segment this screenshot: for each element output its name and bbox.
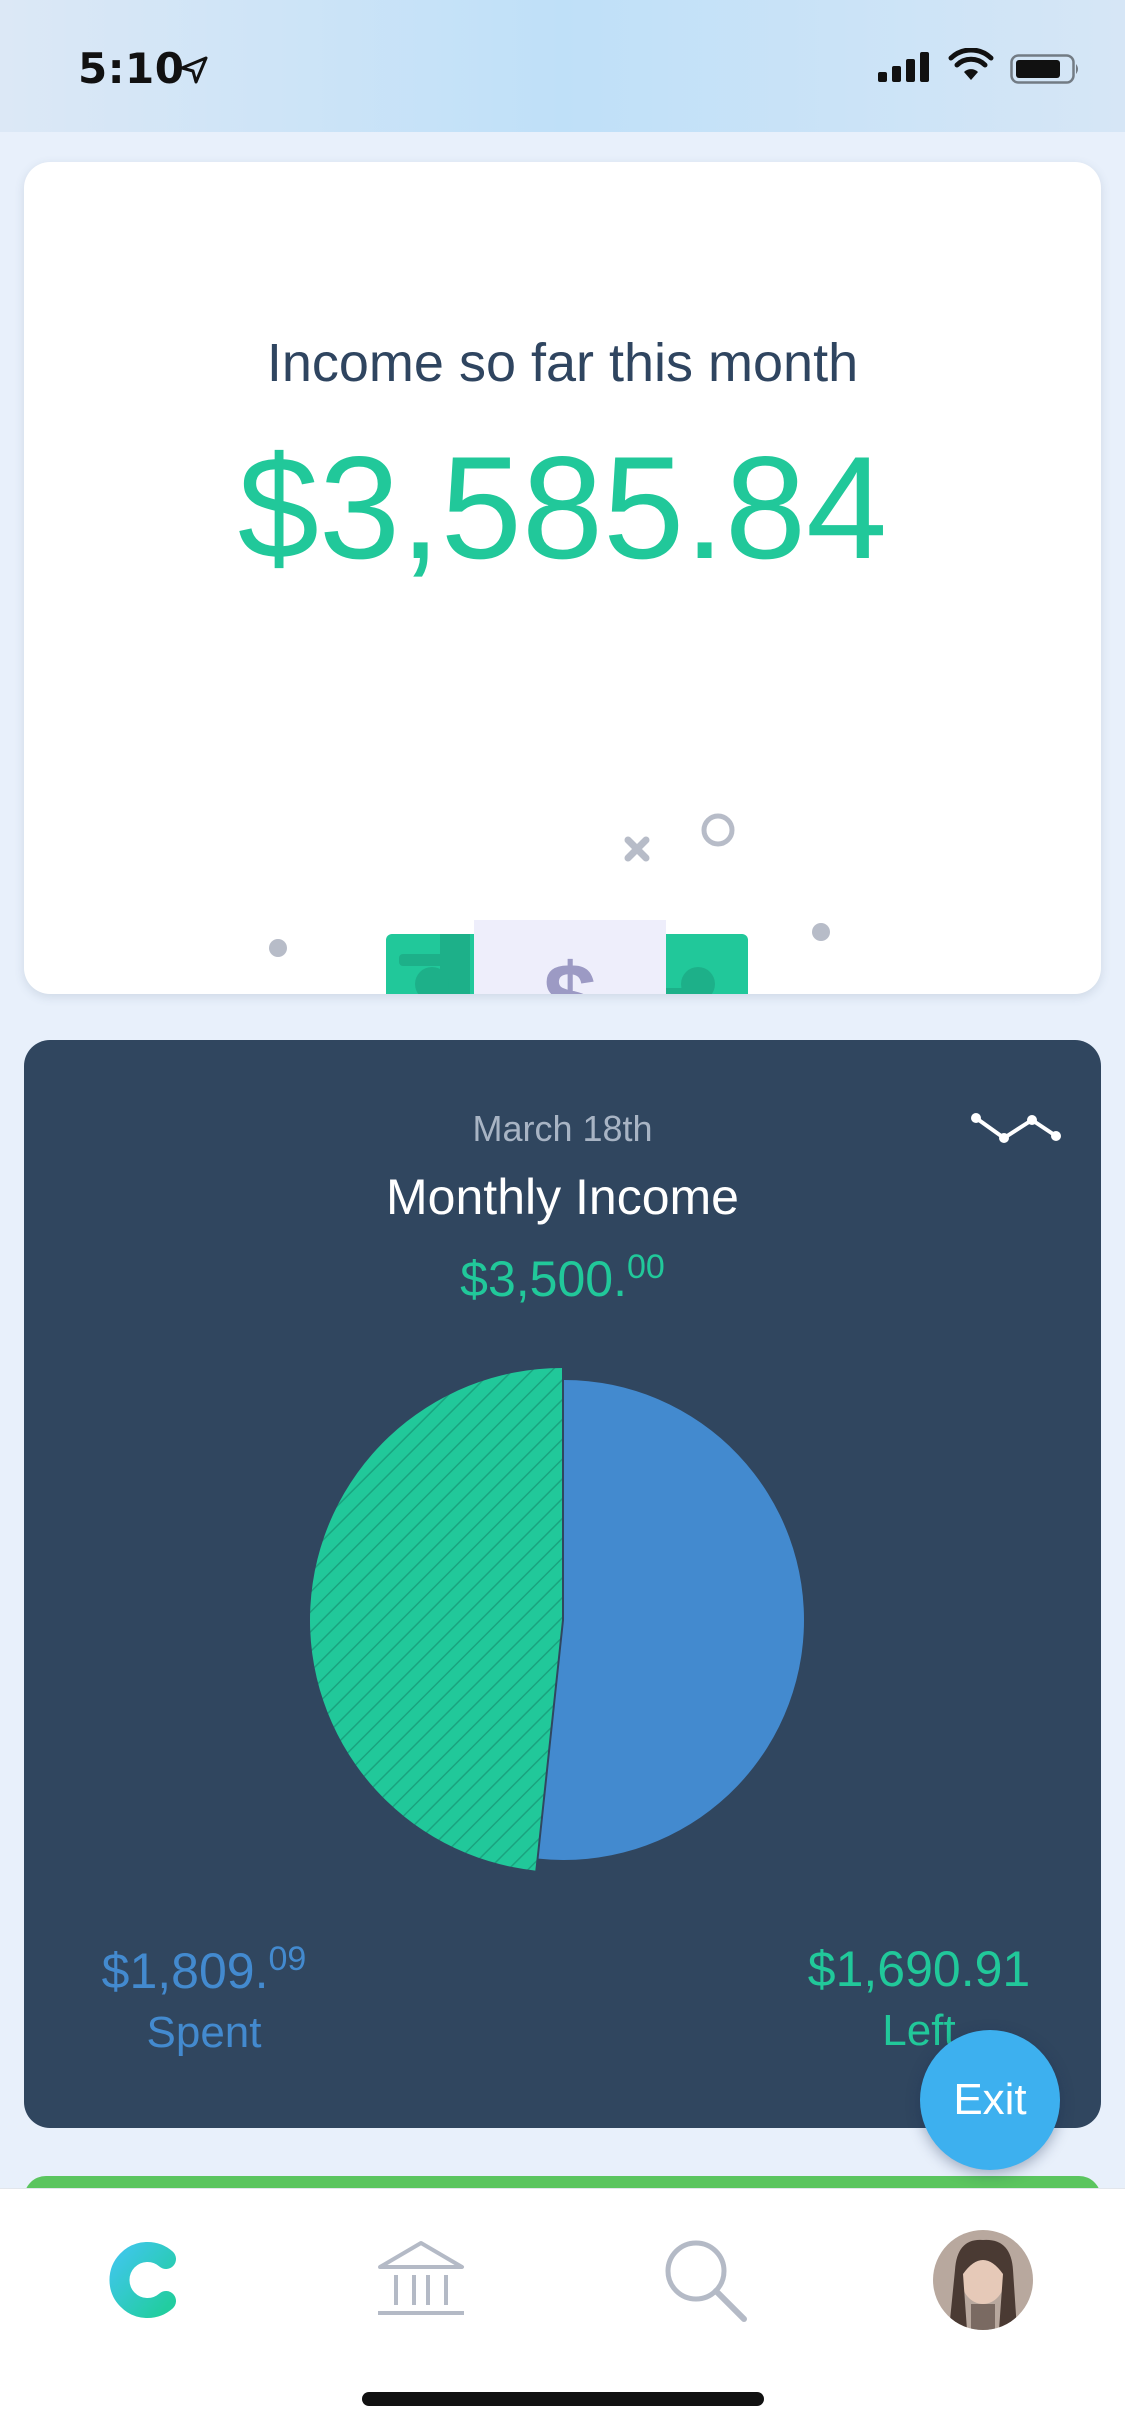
battery-icon [1010,54,1078,84]
left-amount: $1,690.91 [807,1941,1031,1997]
monthly-income-card: March 18th Monthly Income $3,500.00 $1,8… [24,1040,1101,2128]
tab-accounts[interactable] [366,2225,476,2335]
wifi-icon [948,48,994,80]
app-logo-icon [109,2242,176,2318]
status-bar: 5:10 [0,0,1125,132]
spent-label: Spent [146,2008,262,2057]
cellular-signal-icon [878,52,929,82]
pie-slice-spent [538,1380,804,1860]
svg-text:$: $ [543,944,596,994]
tab-home[interactable] [88,2225,198,2335]
spent-amount: $1,809.09 [84,1940,324,2000]
spent-amount-cents: 09 [268,1940,307,1978]
pie-slice-left [309,1368,562,1871]
income-summary-card: Income so far this month $3,585.84 $ [24,162,1101,994]
bank-icon [378,2241,464,2315]
income-pie-chart [309,1368,804,1871]
monthly-income-title: Monthly Income [386,1169,739,1225]
date-label: March 18th [472,1108,653,1149]
line-trend-icon[interactable] [968,1106,1064,1150]
spent-stat: $1,809.09 Spent [84,1940,324,2058]
tab-profile[interactable] [928,2225,1038,2335]
tab-search[interactable] [650,2225,760,2335]
status-time: 5:10 [78,44,185,93]
income-amount: $3,585.84 [237,426,888,589]
home-indicator [362,2392,764,2406]
avatar [933,2230,1033,2330]
location-arrow-icon [180,56,208,84]
search-icon [665,2240,747,2322]
amount-cents: 00 [627,1248,665,1286]
cash-stack-illustration: $ [269,813,830,994]
income-title: Income so far this month [266,333,859,393]
amount-main: $3,500. [460,1251,627,1307]
monthly-income-amount: $3,500.00 [24,1248,1101,1308]
exit-button[interactable]: Exit [920,2030,1060,2170]
spent-amount-main: $1,809. [101,1943,269,1999]
